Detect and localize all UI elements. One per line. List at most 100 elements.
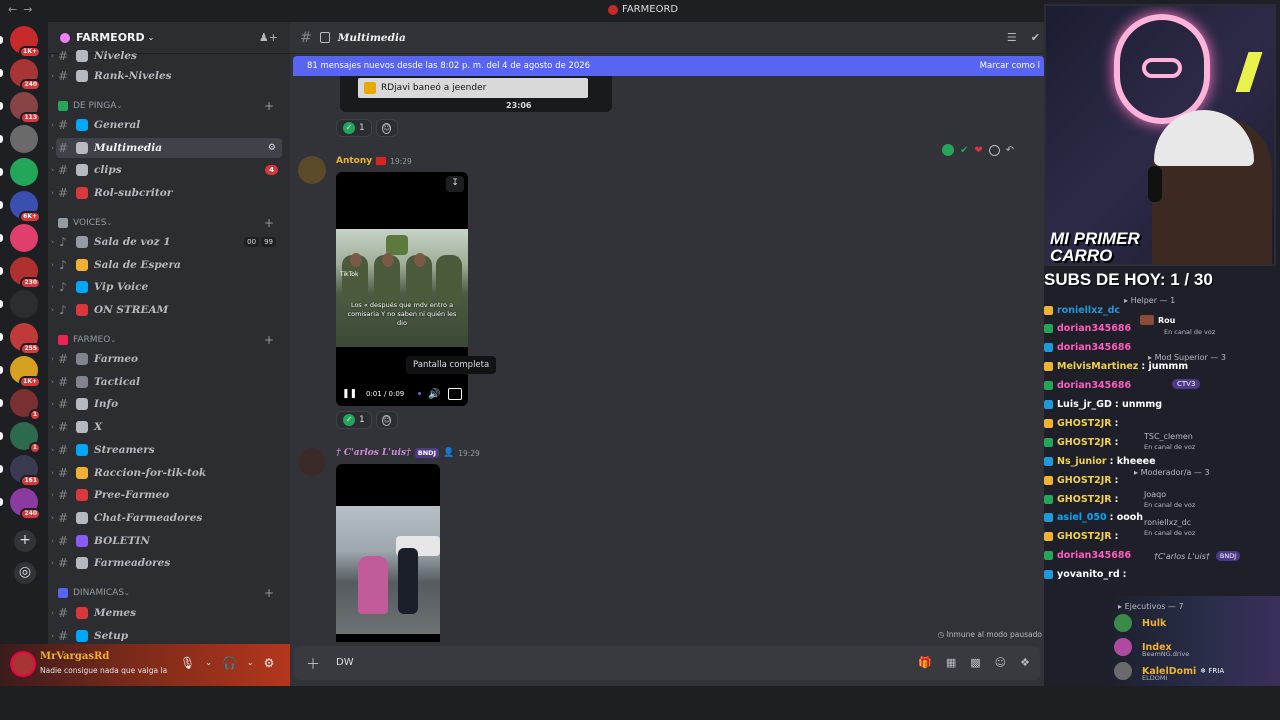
- channel-item[interactable]: › # Multimedia ⚙: [51, 137, 282, 158]
- avatar[interactable]: [298, 156, 326, 184]
- reaction-check[interactable]: ✓ 1: [336, 411, 372, 429]
- sticker-icon[interactable]: ▩: [970, 656, 980, 669]
- check-reaction-icon[interactable]: [942, 144, 954, 156]
- executives-label: Ejecutivos — 7: [1124, 602, 1184, 611]
- avatar[interactable]: [298, 448, 326, 476]
- server-icon[interactable]: 1K+: [10, 26, 41, 58]
- invite-people-icon[interactable]: ♟+: [259, 31, 278, 44]
- chevron-down-icon[interactable]: ⌄: [247, 656, 254, 670]
- server-icon[interactable]: 1: [10, 422, 41, 454]
- upload-plus-icon[interactable]: ＋: [306, 654, 320, 674]
- threads-icon[interactable]: ☰: [1007, 31, 1017, 44]
- server-icon[interactable]: 230: [10, 257, 41, 289]
- server-icon[interactable]: [10, 290, 38, 318]
- pause-icon[interactable]: ❚❚: [342, 389, 357, 399]
- emoji-icon[interactable]: ☺: [995, 656, 1006, 669]
- channel-item[interactable]: › # X: [51, 417, 282, 437]
- channel-emoji-icon: [76, 534, 88, 547]
- fullscreen-icon[interactable]: [448, 388, 462, 400]
- server-icon[interactable]: 240: [10, 488, 41, 520]
- server-icon[interactable]: 113: [10, 92, 41, 124]
- channel-item[interactable]: › # Info: [51, 394, 282, 414]
- category-header[interactable]: FARMEO ⌄ +: [58, 332, 280, 348]
- channel-name: Sala de voz 1: [94, 236, 171, 248]
- gift-icon[interactable]: 🎁: [918, 656, 932, 669]
- discover-icon[interactable]: ◎: [14, 562, 36, 584]
- category-header[interactable]: DE PINGA ⌄ +: [58, 98, 280, 114]
- heart-icon[interactable]: ❤: [974, 145, 982, 156]
- add-reaction-icon[interactable]: [988, 144, 1000, 156]
- message-composer[interactable]: ＋ DW 🎁 ▦ ▩ ☺ ❖: [294, 646, 1040, 680]
- server-icon[interactable]: 6K+: [10, 191, 41, 223]
- server-icon[interactable]: 240: [10, 59, 41, 91]
- image-attachment[interactable]: [336, 464, 440, 642]
- member-row[interactable]: Index BeamNG.drive: [1114, 636, 1189, 658]
- server-icon[interactable]: 1K+: [10, 356, 41, 388]
- previous-image-attachment[interactable]: RDjavi baneó a jeender 23:06: [340, 76, 612, 112]
- channel-item[interactable]: › # Rank-Niveles: [51, 66, 282, 86]
- author-name[interactable]: † C'arlos L'uis†: [336, 448, 411, 458]
- reaction-row: ✓ 1 ☺: [336, 411, 398, 429]
- add-channel-icon[interactable]: +: [264, 99, 274, 113]
- member-row[interactable]: KalelDomi ❄ FRIA ELDOMI: [1114, 660, 1224, 682]
- channel-item[interactable]: › # clips 4: [51, 160, 282, 180]
- download-icon[interactable]: ↧: [446, 176, 464, 192]
- settings-gear-icon[interactable]: ⚙: [264, 656, 275, 670]
- channel-item[interactable]: › # Streamers: [51, 440, 282, 460]
- nav-arrows-icon[interactable]: ←→: [8, 3, 38, 16]
- checkmark-icon[interactable]: ✔: [960, 145, 968, 156]
- server-icon[interactable]: [10, 125, 38, 153]
- channel-item[interactable]: › # Pree-Farmeo: [51, 485, 282, 505]
- server-icon[interactable]: 161: [10, 455, 41, 487]
- channel-item[interactable]: › ♪ Vip Voice: [51, 277, 282, 297]
- composer-text[interactable]: DW: [336, 657, 354, 668]
- channel-item[interactable]: › # Raccion-for-tik-tok: [51, 463, 282, 483]
- channel-item[interactable]: › # General: [51, 115, 282, 135]
- add-channel-icon[interactable]: +: [264, 216, 274, 230]
- channel-item[interactable]: › # Setup: [51, 626, 282, 644]
- pin-icon[interactable]: ✔: [1031, 31, 1040, 44]
- add-channel-icon[interactable]: +: [264, 333, 274, 347]
- volume-icon[interactable]: 🔊: [428, 389, 440, 400]
- unread-indicator: [0, 465, 3, 473]
- channel-item[interactable]: › ♪ ON STREAM: [51, 300, 282, 320]
- reaction-check[interactable]: ✓ 1: [336, 119, 372, 137]
- author-name[interactable]: Antony: [336, 156, 372, 166]
- reply-icon[interactable]: ↶: [1006, 145, 1014, 156]
- category-header[interactable]: DINAMICAS ⌄ +: [58, 585, 280, 601]
- gif-icon[interactable]: ▦: [946, 656, 956, 669]
- chat-line: GHOST2JR:: [1044, 472, 1118, 488]
- apps-icon[interactable]: ❖: [1020, 656, 1030, 669]
- chevron-down-icon[interactable]: ⌄: [205, 656, 212, 670]
- add-reaction-button[interactable]: ☺: [375, 119, 398, 137]
- progress-dot[interactable]: [418, 392, 421, 395]
- member-row[interactable]: Hulk: [1114, 612, 1166, 634]
- channel-item[interactable]: › # Rol-subcritor: [51, 183, 282, 203]
- mark-as-read-button[interactable]: Marcar como l: [980, 61, 1040, 71]
- channel-item[interactable]: › # Chat-Farmeadores: [51, 508, 282, 528]
- channel-item[interactable]: › # Niveles: [51, 46, 282, 66]
- channel-item[interactable]: › # BOLETIN: [51, 531, 282, 551]
- add-reaction-button[interactable]: ☺: [375, 411, 398, 429]
- add-server-icon[interactable]: +: [14, 530, 36, 552]
- server-icon[interactable]: 1: [10, 389, 41, 421]
- channel-item[interactable]: › ♪ Sala de voz 1 00 99: [51, 232, 282, 252]
- slowmode-immune-notice: ◷ Inmune al modo pausado: [938, 630, 1042, 639]
- channel-item[interactable]: › # Farmeo: [51, 349, 282, 369]
- channel-settings-icon[interactable]: ⚙: [268, 143, 276, 153]
- server-icon[interactable]: [10, 158, 38, 186]
- add-channel-icon[interactable]: +: [264, 586, 274, 600]
- channel-item[interactable]: › ♪ Sala de Espera: [51, 255, 282, 275]
- chevron-down-icon: ⌄: [110, 336, 117, 344]
- message-time: 19:29: [390, 156, 412, 166]
- new-messages-bar[interactable]: 81 mensajes nuevos desde las 8:02 p. m. …: [293, 56, 1044, 76]
- microphone-icon[interactable]: 🎙: [180, 656, 195, 670]
- category-header[interactable]: VOICES ⌄ +: [58, 215, 280, 231]
- channel-item[interactable]: › # Memes: [51, 603, 282, 623]
- avatar[interactable]: [10, 651, 36, 677]
- channel-item[interactable]: › # Farmeadores: [51, 553, 282, 573]
- server-icon[interactable]: 255: [10, 323, 41, 355]
- server-icon[interactable]: [10, 224, 38, 252]
- headphones-icon[interactable]: 🎧: [222, 656, 237, 670]
- channel-item[interactable]: › # Tactical: [51, 372, 282, 392]
